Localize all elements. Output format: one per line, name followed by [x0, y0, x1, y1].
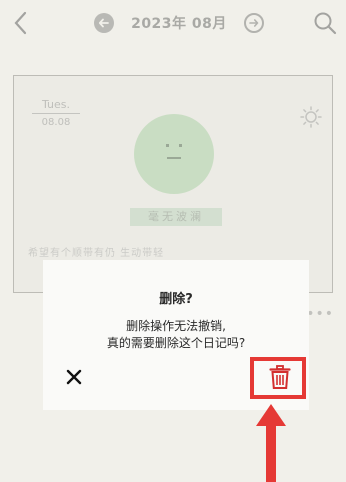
sun-icon	[300, 106, 322, 128]
more-options-icon[interactable]: •••	[306, 306, 334, 322]
top-bar: 2023年 08月	[0, 0, 346, 46]
entry-date-text: 08.08	[41, 117, 71, 128]
search-button[interactable]	[312, 10, 338, 36]
date-divider	[32, 113, 80, 114]
chevron-left-icon	[14, 11, 27, 35]
dialog-message: 删除操作无法撤销, 真的需要删除这个日记吗?	[43, 318, 309, 352]
month-title[interactable]: 2023年 08月	[131, 13, 227, 33]
entry-date: Tues. 08.08	[32, 98, 80, 128]
trash-icon	[269, 365, 291, 389]
arrow-left-circle-icon	[98, 18, 109, 28]
mood-label: 毫无波澜	[130, 208, 222, 226]
prev-month-button[interactable]	[94, 13, 114, 33]
dialog-title: 删除?	[159, 292, 193, 307]
cancel-button[interactable]	[65, 368, 83, 386]
entry-weekday: Tues.	[41, 98, 70, 111]
search-icon	[314, 12, 337, 35]
entry-preview-text: 希望有个顺带有仍 生动带轻	[28, 248, 165, 259]
arrow-right-circle-icon	[249, 19, 259, 27]
neutral-face-icon	[166, 144, 182, 159]
dialog-message-line-2: 真的需要删除这个日记吗?	[106, 336, 246, 350]
arrow-up-icon	[256, 404, 286, 482]
delete-confirm-dialog: 删除? 删除操作无法撤销, 真的需要删除这个日记吗?	[43, 260, 309, 410]
dialog-message-line-1: 删除操作无法撤销,	[126, 319, 226, 333]
back-button[interactable]	[10, 10, 32, 36]
delete-button[interactable]	[269, 364, 291, 390]
close-icon	[66, 369, 82, 385]
month-navigator: 2023年 08月	[94, 10, 264, 36]
next-month-button[interactable]	[243, 13, 264, 33]
mood-face-icon	[134, 114, 214, 194]
